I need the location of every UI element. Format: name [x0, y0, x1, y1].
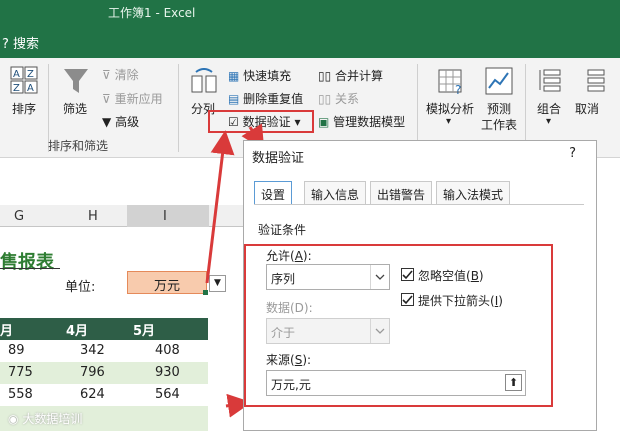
data-validation-dialog: 数据验证 ? 设置 输入信息 出错警告 输入法模式 验证条件 允许(A): 序列… [243, 140, 597, 431]
tab-error-alert[interactable]: 出错警告 [370, 181, 433, 205]
arrow-button-to-dialog [241, 123, 265, 151]
arrow-cell-to-button [205, 130, 235, 284]
source-label: 来源(S): [266, 353, 312, 367]
collapse-dialog-icon[interactable]: ⬆ [505, 374, 522, 391]
source-input[interactable]: 万元,元 ⬆ [266, 370, 526, 396]
data-label: 数据(D): [266, 301, 313, 315]
chevron-down-icon [370, 319, 389, 343]
allow-label: 允许(A): [266, 249, 312, 263]
in-cell-dropdown-label: 提供下拉箭头(I) [418, 294, 503, 308]
chevron-down-icon[interactable] [370, 265, 389, 289]
allow-value: 序列 [271, 272, 296, 286]
ignore-blank-label: 忽略空值(B) [418, 269, 484, 283]
tab-divider [254, 204, 584, 205]
section-label: 验证条件 [258, 223, 307, 237]
data-value: 介于 [271, 326, 296, 340]
arrow-to-source [225, 393, 252, 418]
in-cell-dropdown-checkbox[interactable] [401, 293, 414, 306]
allow-select[interactable]: 序列 [266, 264, 390, 290]
dialog-title: 数据验证 [252, 151, 305, 166]
source-value: 万元,元 [271, 378, 311, 392]
tab-settings[interactable]: 设置 [254, 181, 293, 205]
tab-input-message[interactable]: 输入信息 [304, 181, 367, 205]
data-select: 介于 [266, 318, 390, 344]
ignore-blank-checkbox[interactable] [401, 268, 414, 281]
tab-ime-mode[interactable]: 输入法模式 [436, 181, 511, 205]
help-icon[interactable]: ? [569, 146, 576, 161]
